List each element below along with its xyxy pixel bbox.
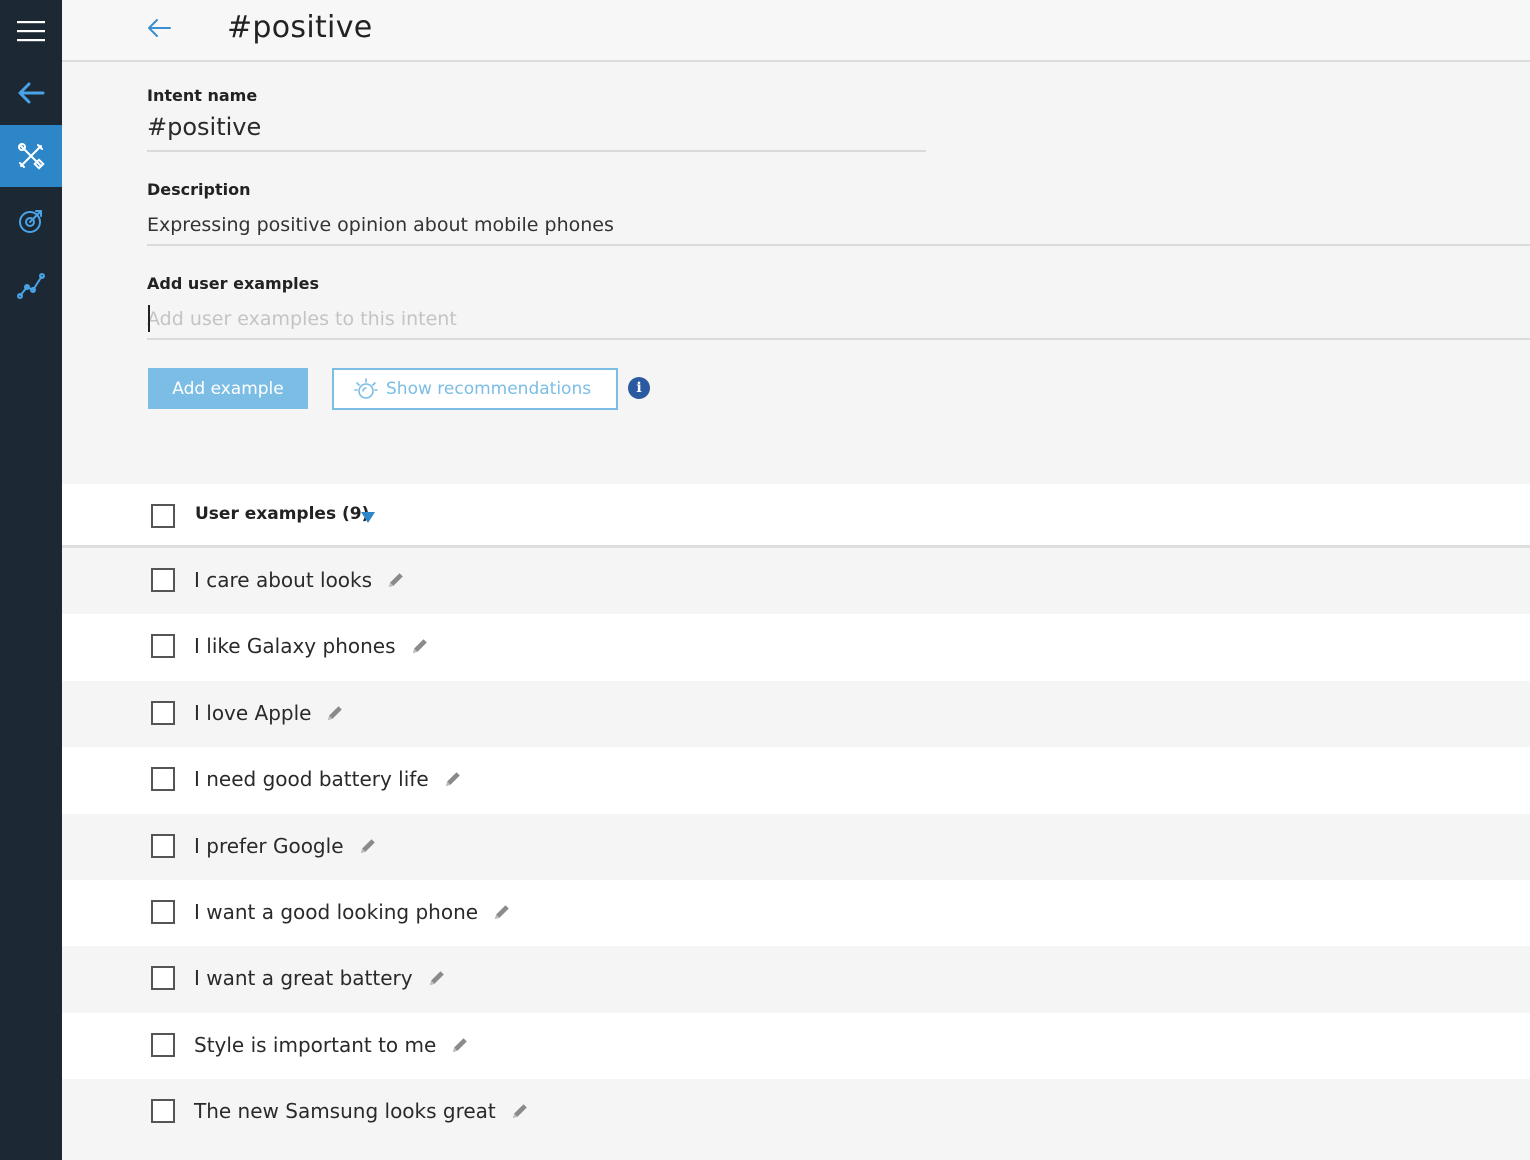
examples-list: I care about looks I like Galaxy phones I … xyxy=(62,548,1530,1146)
info-icon[interactable]: i xyxy=(628,377,650,399)
example-text: I prefer Google xyxy=(194,833,344,858)
list-item: I want a good looking phone xyxy=(62,879,1530,947)
example-checkbox[interactable] xyxy=(151,568,175,592)
show-recommendations-button[interactable]: Show recommendations xyxy=(332,368,618,410)
tools-icon xyxy=(17,142,45,170)
example-checkbox[interactable] xyxy=(151,700,175,725)
example-text: I need good battery life xyxy=(194,767,429,792)
list-item: I care about looks xyxy=(62,548,1530,615)
example-text: I care about looks xyxy=(194,568,373,592)
example-text-wrap: Style is important to me xyxy=(194,1033,470,1057)
rail-build-button[interactable] xyxy=(0,125,62,187)
list-item: I prefer Google xyxy=(62,813,1530,880)
examples-count-heading: User examples (9) xyxy=(195,504,370,524)
example-checkbox[interactable] xyxy=(151,1032,175,1057)
intent-name-field[interactable] xyxy=(147,110,926,152)
sort-caret-icon[interactable] xyxy=(361,512,375,523)
pencil-icon[interactable] xyxy=(358,836,378,856)
example-text-wrap: I need good battery life xyxy=(194,767,463,791)
list-item: Style is important to me xyxy=(62,1012,1530,1080)
add-example-button[interactable]: Add example xyxy=(148,368,308,409)
rail-analytics-button[interactable] xyxy=(0,254,62,316)
example-text: I love Apple xyxy=(194,700,312,725)
example-text-wrap: I love Apple xyxy=(194,701,345,725)
example-text-wrap: I care about looks xyxy=(194,568,406,592)
example-text-wrap: I want a good looking phone xyxy=(194,900,512,924)
example-text: I want a great battery xyxy=(194,966,413,991)
menu-button[interactable] xyxy=(0,0,62,62)
example-checkbox[interactable] xyxy=(151,634,175,659)
rail-back-button[interactable] xyxy=(0,62,62,124)
example-checkbox[interactable] xyxy=(151,767,175,792)
text-cursor xyxy=(148,305,150,332)
description-field[interactable] xyxy=(147,206,1530,246)
pencil-icon[interactable] xyxy=(450,1035,470,1055)
top-bar: #positive xyxy=(62,0,1530,62)
add-example-input[interactable] xyxy=(147,300,1530,340)
pencil-icon[interactable] xyxy=(443,769,463,789)
menu-icon xyxy=(16,19,46,43)
example-text: I like Galaxy phones xyxy=(194,634,396,659)
show-recommendations-label: Show recommendations xyxy=(386,379,592,399)
list-item: I love Apple xyxy=(62,680,1530,748)
analytics-icon xyxy=(17,271,45,299)
list-item: I like Galaxy phones xyxy=(62,614,1530,681)
add-examples-label: Add user examples xyxy=(147,274,320,293)
select-all-checkbox[interactable] xyxy=(151,504,175,528)
pencil-icon[interactable] xyxy=(492,902,512,922)
examples-list-header: User examples (9) xyxy=(62,484,1530,548)
pencil-icon[interactable] xyxy=(510,1101,530,1121)
example-text: I want a good looking phone xyxy=(194,899,479,924)
description-label: Description xyxy=(147,180,251,199)
example-text-wrap: I like Galaxy phones xyxy=(194,634,430,658)
back-arrow-icon xyxy=(17,82,45,104)
example-text: The new Samsung looks great xyxy=(194,1099,496,1124)
pencil-icon[interactable] xyxy=(325,703,345,723)
pencil-icon[interactable] xyxy=(386,570,406,590)
example-checkbox[interactable] xyxy=(151,966,175,991)
pencil-icon[interactable] xyxy=(410,636,430,656)
example-checkbox[interactable] xyxy=(151,833,175,858)
example-checkbox[interactable] xyxy=(151,899,175,924)
example-text-wrap: The new Samsung looks great xyxy=(194,1099,530,1123)
example-text-wrap: I prefer Google xyxy=(194,834,378,858)
example-checkbox[interactable] xyxy=(151,1099,175,1124)
list-item: I need good battery life xyxy=(62,747,1530,814)
example-text: Style is important to me xyxy=(194,1032,437,1057)
page-title: #positive xyxy=(227,10,373,45)
intent-name-label: Intent name xyxy=(147,86,258,105)
rail-improve-button[interactable] xyxy=(0,190,62,252)
back-arrow-icon xyxy=(146,17,172,43)
side-rail xyxy=(0,0,62,1160)
main-panel: #positive Intent name Description Add us… xyxy=(62,0,1530,1160)
example-text-wrap: I want a great battery xyxy=(194,966,447,990)
pencil-icon[interactable] xyxy=(427,968,447,988)
target-icon xyxy=(17,207,45,235)
back-button[interactable] xyxy=(142,14,176,46)
list-item: I want a great battery xyxy=(62,946,1530,1013)
lightbulb-icon xyxy=(354,377,378,401)
list-item: The new Samsung looks great xyxy=(62,1079,1530,1146)
